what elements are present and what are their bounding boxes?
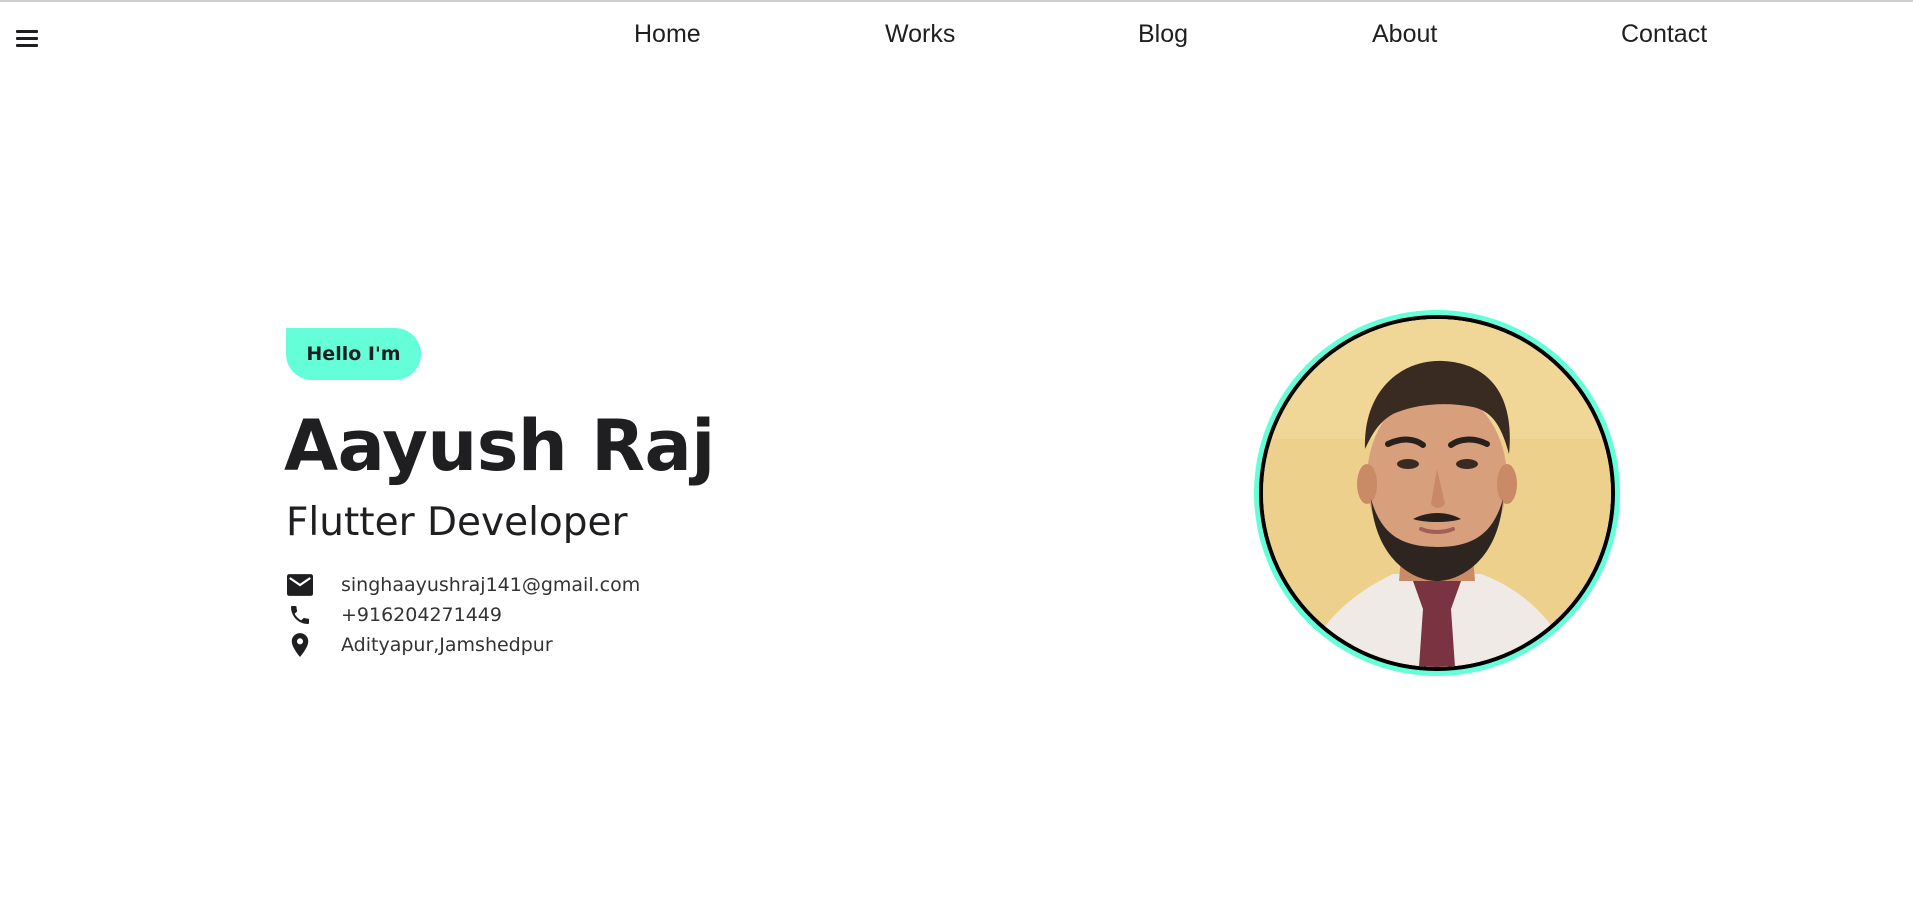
profile-avatar [1254,310,1620,676]
nav-home-link[interactable]: Home [634,20,701,49]
phone-icon [286,601,314,629]
contact-phone-text: +916204271449 [341,604,502,626]
contact-email-text: singhaayushraj141@gmail.com [341,574,641,596]
nav-contact-link[interactable]: Contact [1621,20,1707,49]
nav-about-link[interactable]: About [1372,20,1437,49]
hero-role: Flutter Developer [286,500,628,545]
greeting-badge: Hello I'm [286,328,421,380]
contact-location-text: Adityapur,Jamshedpur [341,634,553,656]
mail-icon [286,571,314,599]
nav-blog-link[interactable]: Blog [1138,20,1188,49]
top-border [0,0,1913,2]
contact-location-row: Adityapur,Jamshedpur [286,631,553,659]
profile-photo [1263,319,1611,667]
nav-works-link[interactable]: Works [885,20,955,49]
contact-email-row: singhaayushraj141@gmail.com [286,571,640,599]
hero-name: Aayush Raj [284,405,715,487]
hamburger-menu-icon[interactable] [14,28,42,50]
contact-phone-row: +916204271449 [286,601,502,629]
location-pin-icon [286,631,314,659]
